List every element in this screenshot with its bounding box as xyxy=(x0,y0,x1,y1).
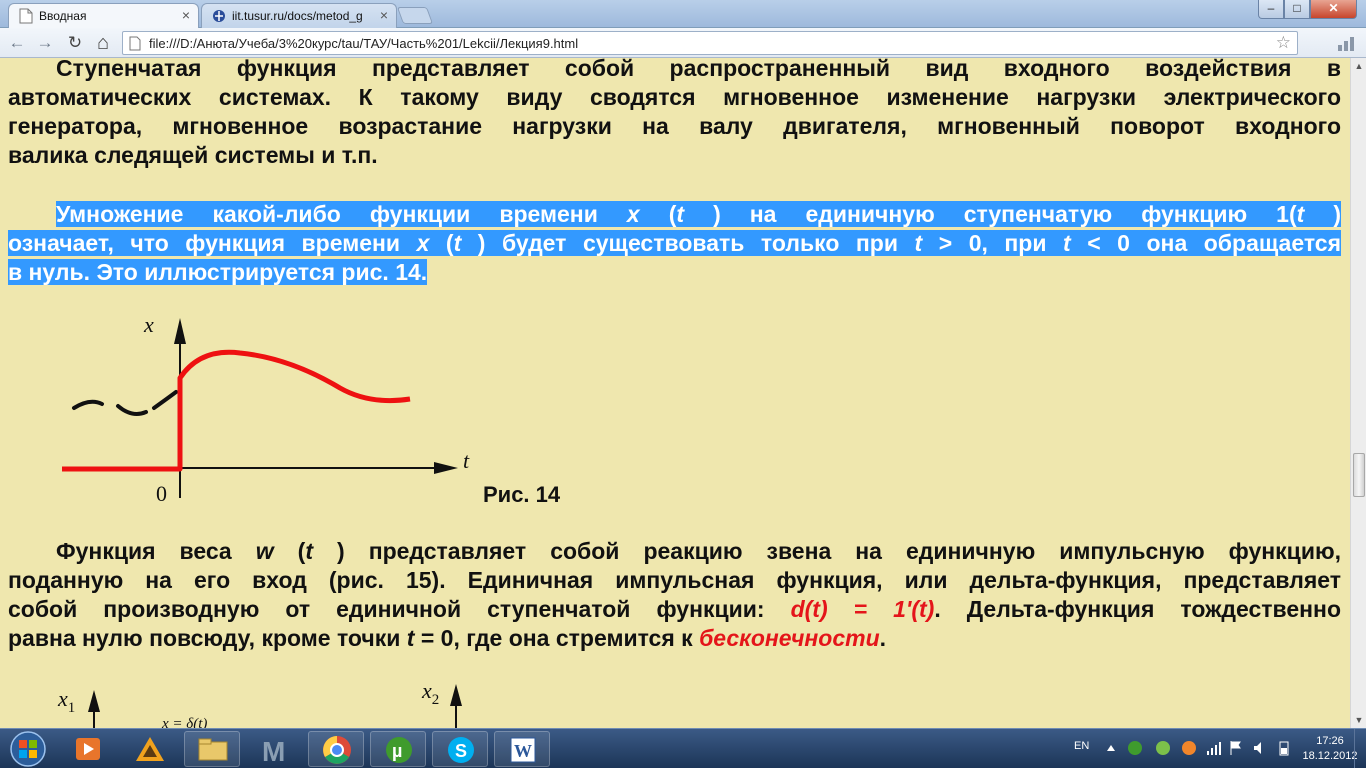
origin-label: 0 xyxy=(156,481,167,506)
scrollbar-thumb[interactable] xyxy=(1353,453,1365,497)
network-signal-icon[interactable] xyxy=(1206,740,1222,756)
paragraph-weight-function: Функция веса w (t ) представляет собой р… xyxy=(8,537,1341,653)
utorrent-tray-icon[interactable] xyxy=(1126,739,1144,757)
tray-app-icon[interactable] xyxy=(1154,739,1172,757)
text-line: Функция веса w (t ) представляет собой р… xyxy=(56,538,1341,564)
x-axis-label: x xyxy=(143,312,154,337)
text-line: Умножение какой-либо функции времени x (… xyxy=(56,201,1341,227)
clock-date: 18.12.2012 xyxy=(1302,750,1358,762)
word-icon[interactable]: W xyxy=(494,731,550,767)
svg-text:M: M xyxy=(262,736,285,767)
text-line: означает, что функция времени x (t ) буд… xyxy=(8,230,1341,256)
tab-label: iit.tusur.ru/docs/metod_g xyxy=(232,9,363,23)
x2-axis-arrow xyxy=(450,684,462,706)
browser-toolbar: ← → ↻ ⌂ file:///D:/Анюта/Учеба/3%20курс/… xyxy=(0,28,1366,58)
page-icon xyxy=(19,8,33,24)
text-line: равна нулю повсюду, кроме точки t = 0, г… xyxy=(8,625,887,651)
x1-axis-label: x1 xyxy=(57,686,75,716)
minimize-button[interactable]: – xyxy=(1258,0,1284,19)
maximize-button[interactable]: □ xyxy=(1284,0,1310,19)
x2-axis-label: x2 xyxy=(421,678,439,708)
text-line: в нуль. Это иллюстрируется рис. 14. xyxy=(8,259,428,285)
back-arrow-icon[interactable]: ← xyxy=(6,32,28,54)
x-axis-arrow xyxy=(174,318,186,344)
mathcad-icon[interactable]: M xyxy=(246,731,302,767)
dashed-function-curve xyxy=(72,390,178,416)
page-content: Ступенчатая функция представляет собой р… xyxy=(0,58,1350,728)
tab-label: Вводная xyxy=(39,9,87,23)
file-explorer-icon[interactable] xyxy=(184,731,240,767)
site-favicon-icon xyxy=(213,10,225,22)
text-line: поданную на его вход (рис. 15). Единична… xyxy=(8,567,1341,593)
window-close-button[interactable]: ✕ xyxy=(1310,0,1357,19)
aimp-icon[interactable] xyxy=(122,731,178,767)
windows-taskbar: M µ S W EN 17:26 18.12.2012 xyxy=(0,728,1366,768)
volume-speaker-icon[interactable] xyxy=(1252,740,1268,756)
clock-time: 17:26 xyxy=(1316,735,1344,747)
avast-tray-icon[interactable] xyxy=(1180,739,1198,757)
figure-15-partial: x1 x = δ(t) x2 xyxy=(57,678,462,728)
new-tab-button[interactable] xyxy=(396,7,434,24)
text-line: валика следящей системы и т.п. xyxy=(8,142,378,168)
language-indicator[interactable]: EN xyxy=(1074,740,1089,752)
infinity-word: бесконечности xyxy=(699,625,880,651)
vertical-scrollbar[interactable]: ▲ ▼ xyxy=(1350,58,1366,728)
scroll-up-arrow-icon[interactable]: ▲ xyxy=(1351,58,1366,74)
settings-menu-icon[interactable] xyxy=(1336,34,1358,52)
show-desktop-button[interactable] xyxy=(1354,729,1366,768)
svg-text:W: W xyxy=(514,741,532,761)
step-function-curve xyxy=(62,349,411,472)
tab-vvodnaya[interactable]: Вводная × xyxy=(8,3,199,28)
scroll-down-arrow-icon[interactable]: ▼ xyxy=(1351,712,1366,728)
system-tray: EN 17:26 18.12.2012 xyxy=(1066,729,1366,768)
tab-strip: Вводная × iit.tusur.ru/docs/metod_g × – … xyxy=(0,0,1366,28)
text-line: собой производную от единичной ступенчат… xyxy=(8,596,1342,622)
utorrent-icon[interactable]: µ xyxy=(370,731,426,767)
tab-iit-tusur[interactable]: iit.tusur.ru/docs/metod_g × xyxy=(201,3,397,28)
delta-input-label: x = δ(t) xyxy=(161,716,207,728)
url-text[interactable]: file:///D:/Анюта/Учеба/3%20курс/tau/ТАУ/… xyxy=(149,36,578,51)
svg-text:µ: µ xyxy=(392,741,402,761)
x1-axis-arrow xyxy=(88,690,100,712)
media-player-icon[interactable] xyxy=(60,731,116,767)
address-bar[interactable]: file:///D:/Анюта/Учеба/3%20курс/tau/ТАУ/… xyxy=(122,31,1298,55)
text-line: автоматических системах. К такому виду с… xyxy=(8,84,1341,110)
delta-formula: d(t) = 1'(t) xyxy=(790,596,935,622)
paragraph-step-function: Ступенчатая функция представляет собой р… xyxy=(8,58,1341,170)
svg-text:S: S xyxy=(455,741,467,761)
tab-close-icon[interactable]: × xyxy=(182,7,190,23)
paragraph-multiplication-selected: Умножение какой-либо функции времени x (… xyxy=(8,200,1341,287)
page-icon xyxy=(129,36,141,51)
home-icon[interactable]: ⌂ xyxy=(92,32,114,54)
action-center-flag-icon[interactable] xyxy=(1228,740,1244,756)
system-clock[interactable]: 17:26 18.12.2012 xyxy=(1300,734,1360,764)
reload-icon[interactable]: ↻ xyxy=(64,32,86,54)
tab-close-icon[interactable]: × xyxy=(380,7,388,23)
forward-arrow-icon[interactable]: → xyxy=(34,32,56,54)
figure-14-step-multiplied: x t 0 xyxy=(62,312,470,506)
chrome-icon[interactable] xyxy=(308,731,364,767)
text-line: Ступенчатая функция представляет собой р… xyxy=(56,58,1341,81)
t-axis-arrow xyxy=(434,462,458,474)
battery-icon[interactable] xyxy=(1276,740,1292,756)
figure-14-caption: Рис. 14 xyxy=(483,482,561,507)
tray-expand-icon[interactable] xyxy=(1106,743,1116,753)
start-orb-icon[interactable] xyxy=(2,730,54,768)
bookmark-star-icon[interactable]: ☆ xyxy=(1276,33,1291,53)
text-line: генератора, мгновенное возрастание нагру… xyxy=(8,113,1341,139)
skype-icon[interactable]: S xyxy=(432,731,488,767)
t-axis-label: t xyxy=(463,448,470,473)
